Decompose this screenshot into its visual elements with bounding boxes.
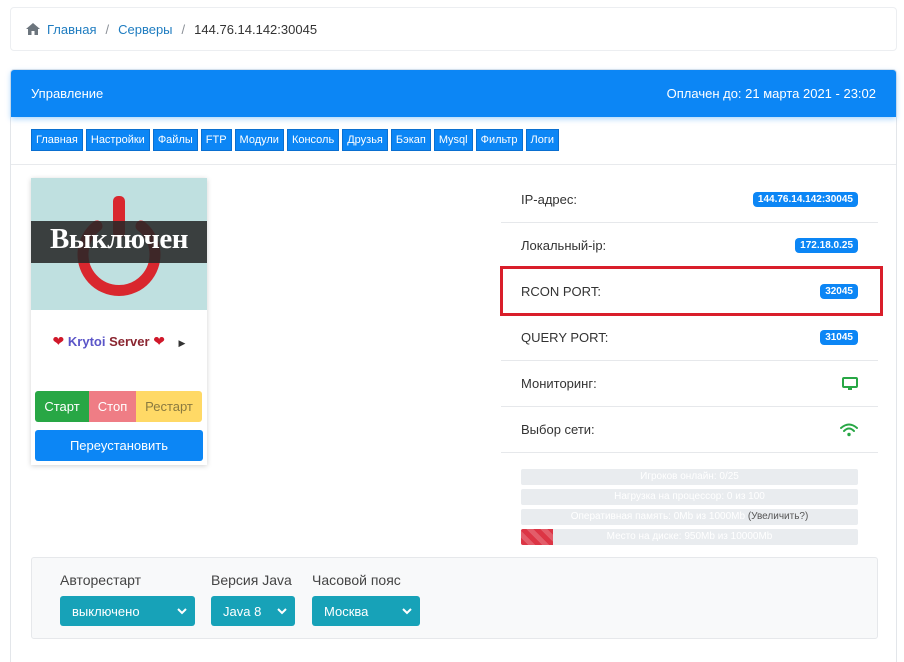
java-value: Java 8 bbox=[223, 603, 262, 619]
breadcrumb-home-link[interactable]: Главная bbox=[47, 22, 96, 37]
info-row-query: QUERY PORT: 31045 bbox=[501, 315, 878, 361]
card-header: Управление Оплачен до: 21 марта 2021 - 2… bbox=[11, 70, 896, 117]
query-label: QUERY PORT: bbox=[521, 330, 609, 345]
tab-modules[interactable]: Модули bbox=[234, 129, 284, 151]
network-label: Выбор сети: bbox=[521, 422, 595, 437]
reinstall-button[interactable]: Переустановить bbox=[35, 430, 203, 461]
autorestart-label: Авторестарт bbox=[60, 572, 142, 588]
timezone-select[interactable]: Москва bbox=[312, 596, 420, 626]
disk-progress-label: Место на диске: 950Mb из 10000Mb bbox=[606, 531, 773, 542]
tab-main[interactable]: Главная bbox=[31, 129, 83, 151]
timezone-value: Москва bbox=[324, 603, 369, 619]
breadcrumb: Главная / Серверы / 144.76.14.142:30045 bbox=[10, 7, 897, 51]
tab-files[interactable]: Файлы bbox=[152, 129, 198, 151]
query-badge: 31045 bbox=[820, 330, 858, 345]
server-management-card: Управление Оплачен до: 21 марта 2021 - 2… bbox=[10, 69, 897, 662]
caret-right-icon[interactable]: ▶ bbox=[179, 338, 186, 348]
breadcrumb-current: 144.76.14.142:30045 bbox=[194, 21, 318, 37]
tab-settings[interactable]: Настройки bbox=[85, 129, 150, 151]
breadcrumb-servers-link[interactable]: Серверы bbox=[118, 22, 172, 37]
server-panel: Выключен ❤ Krytoi Server ❤ ▶ Старт Стоп … bbox=[31, 178, 207, 465]
server-name-part2: Server bbox=[109, 334, 150, 349]
java-setting: Версия Java Java 8 bbox=[211, 572, 295, 626]
autorestart-select[interactable]: выключено bbox=[60, 596, 195, 626]
info-row-monitoring: Мониторинг: bbox=[501, 361, 878, 407]
tab-console[interactable]: Консоль bbox=[286, 129, 340, 151]
local-ip-label: Локальный-ip: bbox=[521, 238, 607, 253]
ip-badge: 144.76.14.142:30045 bbox=[752, 192, 858, 207]
chevron-down-icon bbox=[277, 607, 287, 614]
server-status-text: Выключен bbox=[50, 223, 188, 255]
info-row-ip: IP-адрес: 144.76.14.142:30045 bbox=[501, 177, 878, 223]
nav-tabs: Главная Настройки Файлы FTP Модули Консо… bbox=[31, 129, 560, 151]
server-name[interactable]: ❤ Krytoi Server ❤ ▶ bbox=[31, 333, 207, 350]
settings-panel: Авторестарт выключено Версия Java Java 8… bbox=[31, 557, 878, 639]
players-progress: Игроков онлайн: 0/25 bbox=[521, 469, 858, 485]
home-icon[interactable] bbox=[25, 22, 41, 36]
tab-mysql[interactable]: Mysql bbox=[433, 129, 473, 151]
ip-label: IP-адрес: bbox=[521, 192, 577, 207]
monitoring-label: Мониторинг: bbox=[521, 376, 597, 391]
server-name-part1: Krytoi bbox=[67, 334, 106, 349]
info-row-network: Выбор сети: bbox=[501, 407, 878, 453]
ram-progress: Оперативная память: 0Mb из 1000Mb (Увели… bbox=[521, 509, 858, 525]
ram-increase-link[interactable]: (Увеличить?) bbox=[748, 511, 808, 522]
autorestart-setting: Авторестарт выключено bbox=[60, 572, 195, 626]
java-label: Версия Java bbox=[211, 572, 292, 588]
tab-backup[interactable]: Бэкап bbox=[390, 129, 431, 151]
disk-progress: Место на диске: 950Mb из 10000Mb bbox=[521, 529, 858, 545]
chevron-down-icon bbox=[177, 607, 187, 614]
monitor-icon[interactable] bbox=[842, 376, 858, 391]
heart-icon: ❤ bbox=[153, 333, 165, 349]
chevron-down-icon bbox=[402, 607, 412, 614]
divider bbox=[11, 164, 896, 165]
start-button[interactable]: Старт bbox=[35, 391, 89, 422]
server-status-image: Выключен bbox=[31, 178, 207, 310]
breadcrumb-separator: / bbox=[105, 21, 110, 37]
heart-icon: ❤ bbox=[52, 333, 65, 349]
restart-button[interactable]: Рестарт bbox=[136, 391, 202, 422]
tab-ftp[interactable]: FTP bbox=[200, 129, 232, 151]
rcon-highlight-box bbox=[500, 266, 883, 316]
tab-filter[interactable]: Фильтр bbox=[475, 129, 523, 151]
wifi-icon[interactable] bbox=[840, 423, 858, 437]
cpu-progress-label: Нагрузка на процессор: 0 из 100 bbox=[614, 491, 765, 502]
timezone-setting: Часовой пояс Москва bbox=[312, 572, 420, 626]
resource-usage: Игроков онлайн: 0/25 Нагрузка на процесс… bbox=[521, 469, 858, 549]
control-buttons: Старт Стоп Рестарт bbox=[35, 391, 202, 422]
timezone-label: Часовой пояс bbox=[312, 572, 401, 588]
tab-logs[interactable]: Логи bbox=[525, 129, 560, 151]
breadcrumb-separator: / bbox=[181, 21, 186, 37]
info-row-local-ip: Локальный-ip: 172.18.0.25 bbox=[501, 223, 878, 269]
card-title: Управление bbox=[31, 86, 104, 101]
players-progress-label: Игроков онлайн: 0/25 bbox=[640, 471, 739, 482]
autorestart-value: выключено bbox=[72, 603, 140, 619]
ram-progress-text: Оперативная память: 0Mb из 1000Mb bbox=[570, 511, 746, 522]
cpu-progress: Нагрузка на процессор: 0 из 100 bbox=[521, 489, 858, 505]
paid-until: Оплачен до: 21 марта 2021 - 23:02 bbox=[666, 86, 876, 101]
stop-button[interactable]: Стоп bbox=[89, 391, 136, 422]
ram-progress-label: Оперативная память: 0Mb из 1000Mb (Увели… bbox=[521, 511, 858, 522]
local-ip-badge: 172.18.0.25 bbox=[795, 238, 858, 253]
tab-friends[interactable]: Друзья bbox=[342, 129, 388, 151]
java-select[interactable]: Java 8 bbox=[211, 596, 295, 626]
